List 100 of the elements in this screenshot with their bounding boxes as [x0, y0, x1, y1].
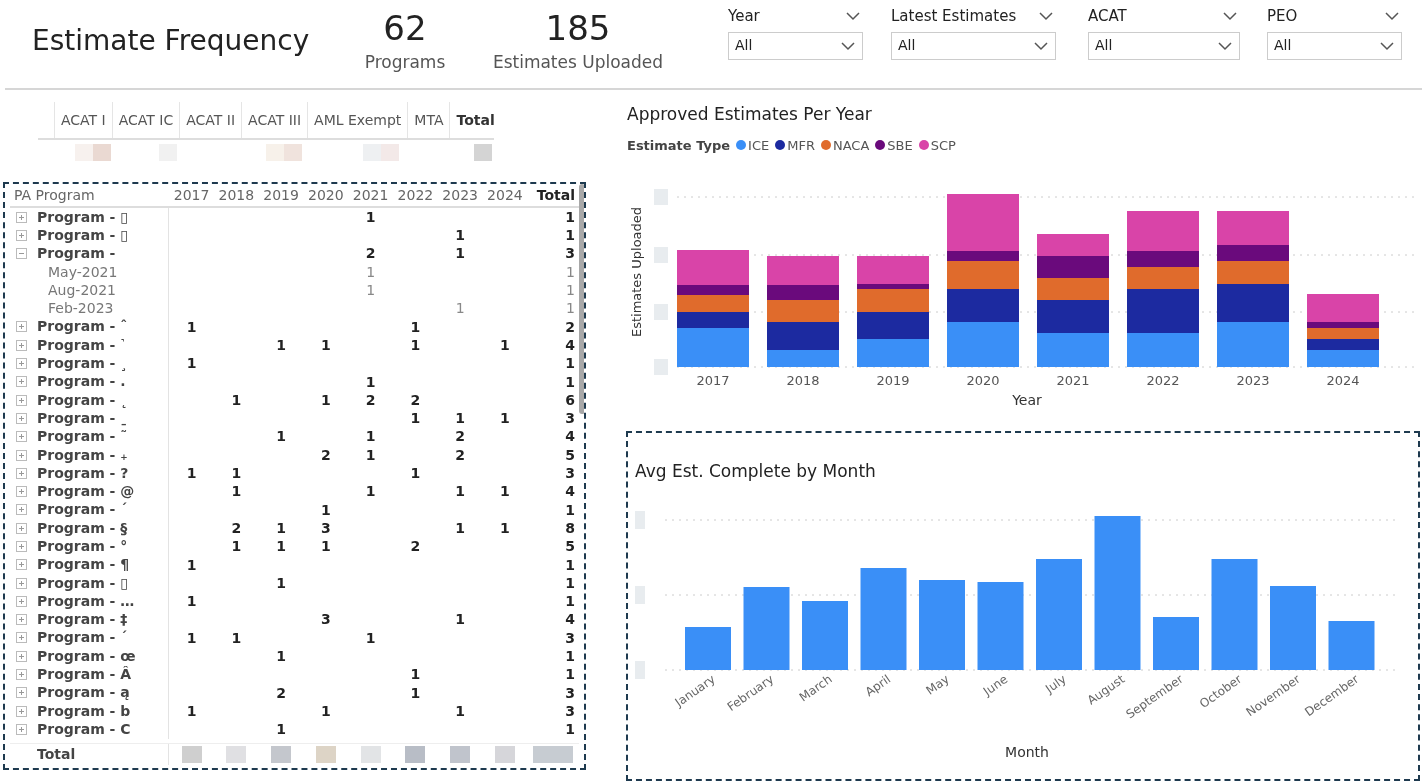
- collapse-icon[interactable]: [16, 248, 27, 260]
- program-name: Program - .: [37, 372, 126, 392]
- table-cell: 5: [565, 445, 576, 465]
- chevron-down-icon: [845, 11, 861, 22]
- expand-icon[interactable]: [16, 486, 27, 498]
- program-name: Program - °: [37, 537, 128, 556]
- table-cell: 3: [565, 244, 576, 264]
- bar: [1328, 620, 1375, 670]
- expand-icon[interactable]: [16, 376, 27, 388]
- table-cell: 1: [565, 372, 576, 392]
- slicer-label: Latest Estimates: [891, 6, 1017, 27]
- table-cell: 1: [565, 555, 576, 575]
- expand-icon[interactable]: [16, 394, 27, 406]
- slicer-dropdown[interactable]: All: [891, 31, 1056, 60]
- column-header: ACAT III: [248, 112, 302, 128]
- expand-icon[interactable]: [16, 541, 27, 552]
- table-cell: 1: [186, 555, 197, 575]
- program-name: Program - ą: [37, 683, 130, 703]
- expand-icon[interactable]: [16, 431, 27, 443]
- axis-label: May: [923, 671, 952, 698]
- expand-icon[interactable]: [16, 577, 27, 589]
- table-cell: 3: [565, 409, 576, 428]
- slicer-label: Year: [728, 6, 760, 27]
- program-name: Program - ‡: [37, 610, 128, 630]
- table-cell: 1: [276, 720, 286, 739]
- expand-icon[interactable]: [16, 211, 27, 223]
- column-header: 2019: [263, 185, 299, 205]
- date-label: May-2021: [48, 262, 118, 282]
- table-cell: 1: [500, 482, 510, 501]
- table-cell: 1: [455, 244, 465, 264]
- expand-icon[interactable]: [16, 595, 27, 607]
- bar: [1153, 616, 1199, 670]
- expand-icon[interactable]: [16, 358, 27, 369]
- expand-icon[interactable]: [16, 669, 27, 681]
- table-cell: 1: [565, 207, 576, 227]
- bar: [802, 600, 848, 670]
- table-cell: 1: [231, 464, 242, 483]
- kpi-value: 62: [383, 8, 427, 48]
- table-cell: 1: [186, 592, 197, 611]
- expand-icon[interactable]: [16, 559, 27, 571]
- slicer-dropdown[interactable]: All: [1088, 31, 1240, 60]
- table-cell: 1: [276, 647, 286, 666]
- blurred-value: [93, 143, 111, 161]
- axis-label: 2023: [1236, 373, 1270, 388]
- expand-icon[interactable]: [16, 467, 27, 479]
- slicer-label: PEO: [1267, 6, 1298, 27]
- column-header: 2024: [487, 185, 523, 205]
- legend-label: ICE: [748, 136, 770, 155]
- table-cell: 3: [565, 701, 576, 721]
- expand-icon[interactable]: [16, 229, 27, 241]
- table-cell: 1: [565, 592, 576, 611]
- program-name: Program - ¶: [37, 555, 130, 575]
- table-cell: 2: [365, 390, 376, 410]
- expand-icon[interactable]: [16, 504, 27, 516]
- table-cell: 4: [565, 610, 576, 629]
- blurred-value: [266, 143, 284, 161]
- table-cell: 1: [565, 647, 576, 666]
- table-cell: 1: [410, 335, 421, 355]
- expand-icon[interactable]: [16, 522, 27, 534]
- table-cell: 1: [231, 390, 242, 410]
- axis-label: 2024: [1326, 373, 1360, 388]
- expand-icon[interactable]: [16, 321, 27, 333]
- blurred-value: [450, 746, 471, 763]
- table-cell: 2: [410, 390, 421, 410]
- table-cell: 3: [565, 464, 576, 483]
- expand-icon[interactable]: [16, 339, 27, 351]
- blurred-value: [405, 746, 426, 763]
- table-cell: 1: [320, 701, 331, 721]
- expand-icon[interactable]: [16, 687, 27, 699]
- expand-icon[interactable]: [16, 614, 27, 626]
- table-cell: 1: [320, 537, 331, 556]
- slicer-dropdown[interactable]: All: [728, 31, 863, 60]
- chart-title: Avg Est. Complete by Month: [635, 460, 877, 483]
- table-cell: 2: [455, 427, 465, 446]
- slicer-dropdown[interactable]: All: [1267, 31, 1402, 60]
- total-label: Total: [37, 745, 76, 764]
- table-cell: 4: [565, 335, 576, 355]
- table-cell: 1: [365, 427, 376, 446]
- chevron-down-icon: [1379, 40, 1395, 51]
- program-name: Program - ˜: [37, 427, 128, 447]
- scrollbar[interactable]: [579, 184, 584, 414]
- expand-icon[interactable]: [16, 723, 27, 735]
- expand-icon[interactable]: [16, 650, 27, 662]
- blurred-value: [494, 746, 515, 763]
- table-cell: 1: [231, 628, 242, 648]
- table-cell: 1: [455, 701, 465, 721]
- blurred-value: [474, 143, 492, 161]
- table-cell: 1: [565, 354, 576, 373]
- bar: [685, 626, 731, 670]
- program-name: Program - C: [37, 719, 131, 739]
- expand-icon[interactable]: [16, 412, 27, 424]
- expand-icon[interactable]: [16, 449, 27, 461]
- date-label: Feb-2023: [48, 299, 114, 319]
- expand-icon[interactable]: [16, 705, 27, 717]
- axis-title: Month: [1005, 743, 1049, 760]
- expand-icon[interactable]: [16, 632, 27, 644]
- column-header: PA Program: [14, 187, 95, 203]
- table-cell: 5: [565, 537, 576, 556]
- program-name: Program - ¸: [37, 354, 128, 374]
- column-header: 2023: [442, 185, 478, 205]
